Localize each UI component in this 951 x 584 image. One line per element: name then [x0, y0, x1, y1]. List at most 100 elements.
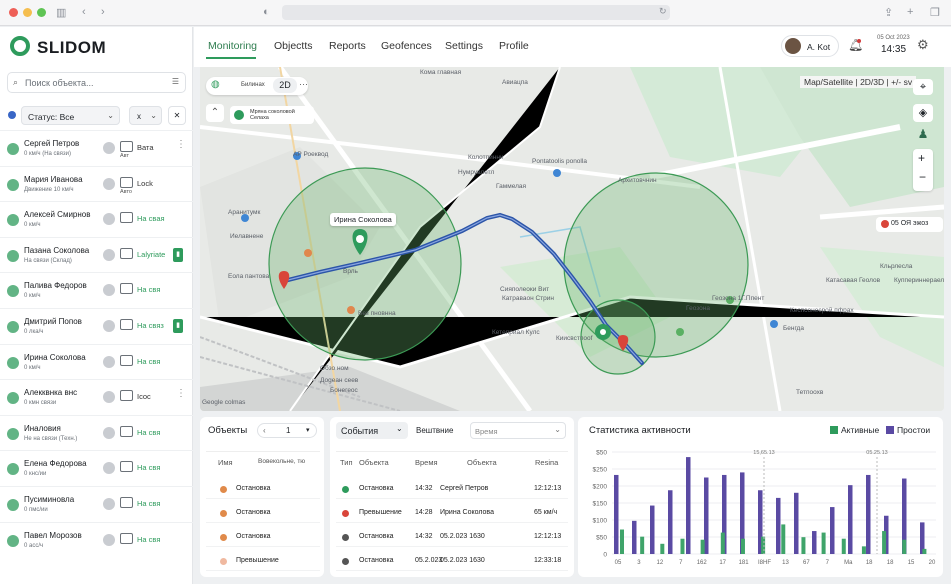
- list-item[interactable]: Алексей Смирнов 0 км/ч На свая: [0, 201, 193, 237]
- bar-active[interactable]: [882, 531, 887, 554]
- bar-idle[interactable]: [848, 485, 853, 554]
- list-item[interactable]: Дмитрий Попов 0 лка/ч На связ ▮: [0, 308, 193, 344]
- more-vertical-icon[interactable]: ⋮: [176, 139, 186, 150]
- list-item[interactable]: Пазана Соколова На связи (Склад) Lalyriate…: [0, 236, 193, 273]
- bar-active[interactable]: [902, 539, 907, 554]
- bar-active[interactable]: [740, 538, 745, 554]
- more-icon[interactable]: ⋯: [299, 79, 308, 90]
- page-stepper[interactable]: ‹ 1 ▾: [257, 423, 317, 438]
- bar-active[interactable]: [720, 532, 725, 554]
- sidebar-toggle-icon[interactable]: ▥: [56, 6, 66, 19]
- mode-2d-button[interactable]: 2D: [273, 78, 297, 93]
- bar-active[interactable]: [660, 543, 665, 554]
- nav-tab-settings[interactable]: Settings: [445, 40, 483, 52]
- geofence-circle[interactable]: [268, 167, 462, 361]
- list-item[interactable]: Ирина Соколова 0 км/ч На свя: [0, 343, 193, 380]
- bar-active[interactable]: [640, 536, 645, 554]
- globe-icon[interactable]: ◍: [211, 79, 220, 90]
- list-item[interactable]: Сергей Петров 0 км/ч (На связи) Авт Вата ⋮: [0, 130, 193, 166]
- type-select[interactable]: x ⌄: [129, 106, 162, 125]
- nav-tab-profile[interactable]: Profile: [499, 40, 529, 52]
- bar-idle[interactable]: [650, 505, 655, 554]
- bar-idle[interactable]: [686, 457, 691, 554]
- object-type-icon: [103, 284, 115, 297]
- nav-tab-reports[interactable]: Reports: [329, 40, 366, 52]
- events-tab-select[interactable]: События ⌄: [336, 422, 408, 439]
- bar-idle[interactable]: [794, 492, 799, 554]
- connection-status: На связ: [137, 321, 164, 330]
- bar-active[interactable]: [841, 538, 846, 554]
- locate-icon[interactable]: ⌖: [913, 79, 933, 95]
- bar-active[interactable]: [801, 537, 806, 554]
- prev-page-icon[interactable]: ‹: [263, 426, 266, 435]
- bar-idle[interactable]: [812, 531, 817, 554]
- bar-idle[interactable]: [830, 507, 835, 554]
- events-column-header[interactable]: Время: [415, 458, 438, 467]
- map-place-label: Кома главная: [420, 69, 462, 76]
- bar-idle[interactable]: [632, 520, 637, 554]
- gear-icon[interactable]: ⚙: [917, 37, 929, 53]
- events-column-header[interactable]: Объекта: [467, 458, 497, 467]
- bar-idle[interactable]: [614, 474, 619, 554]
- forward-icon[interactable]: ›: [101, 6, 105, 18]
- map-satellite-toggle[interactable]: Map/Satellite | 2D/3D | +/- sv: [800, 76, 917, 88]
- bar-idle[interactable]: [668, 490, 673, 554]
- bar-active[interactable]: [700, 539, 705, 554]
- nav-tab-objectts[interactable]: Objectts: [274, 40, 313, 52]
- bar-active[interactable]: [620, 529, 624, 554]
- bar-active[interactable]: [861, 546, 866, 554]
- more-vertical-icon[interactable]: ⋮: [176, 388, 186, 399]
- events-column-header[interactable]: Resіпа: [535, 458, 558, 467]
- events-column-header[interactable]: Тип: [340, 458, 353, 467]
- column-header-state[interactable]: Вовекольне, тю: [258, 458, 305, 465]
- bar-active[interactable]: [781, 524, 786, 554]
- bar-active[interactable]: [680, 538, 685, 554]
- list-item[interactable]: Пусиминовла 0 пмс/ии На свя: [0, 486, 193, 522]
- status-dot: [7, 392, 19, 405]
- object-type-icon: [103, 213, 115, 226]
- back-icon[interactable]: ‹: [82, 6, 86, 18]
- vehicle-marker-icon[interactable]: [595, 324, 611, 340]
- layers-icon[interactable]: ◈: [913, 104, 933, 122]
- status-select[interactable]: Статус: Все ⌄: [21, 106, 120, 125]
- column-header-name[interactable]: Имя: [218, 458, 233, 467]
- maximize-window-button[interactable]: [37, 8, 46, 17]
- list-item[interactable]: Алекквнка внс 0 кмн связи Icoc ⋮: [0, 379, 193, 415]
- tabs-overview-icon[interactable]: ❐: [930, 6, 940, 19]
- address-bar[interactable]: [282, 5, 670, 20]
- bar-idle[interactable]: [704, 477, 709, 555]
- share-icon[interactable]: ⇪: [884, 6, 893, 19]
- nav-tab-geofences[interactable]: Geofences: [381, 40, 432, 52]
- object-name: Палива Федоров: [24, 281, 87, 291]
- bar-active[interactable]: [761, 536, 766, 554]
- map-mode-control[interactable]: ◍ Билинах 2D ⋯: [206, 77, 308, 95]
- filter-icon[interactable]: ☰: [172, 77, 179, 86]
- bar-idle[interactable]: [776, 497, 781, 554]
- list-item[interactable]: Елена Федорова 0 кнс/ии На свя: [0, 450, 193, 486]
- event-value: 12:33:18: [534, 557, 562, 564]
- time-filter-select[interactable]: Время ⌄: [470, 422, 566, 439]
- zoom-out-button[interactable]: −: [919, 170, 926, 184]
- bar-active[interactable]: [821, 532, 826, 554]
- zoom-in-button[interactable]: +: [918, 151, 925, 165]
- object-type-icon: [103, 391, 115, 404]
- list-item[interactable]: Павел Морозов 0 асс/ч На свя: [0, 521, 193, 558]
- list-item[interactable]: Иналовия Не на связи (Техн.) На свя: [0, 414, 193, 451]
- next-page-icon[interactable]: ▾: [306, 426, 310, 434]
- user-menu[interactable]: A. Kot: [781, 35, 839, 57]
- layer-label[interactable]: Билинах: [241, 82, 265, 88]
- reload-icon[interactable]: ↻: [659, 6, 667, 17]
- minimize-window-button[interactable]: [23, 8, 32, 17]
- list-item[interactable]: Палива Федоров 0 км/ч На свя: [0, 272, 193, 308]
- street-view-icon[interactable]: ♟: [913, 127, 933, 141]
- events-column-header[interactable]: Объекта: [359, 458, 389, 467]
- nav-tab-monitoring[interactable]: Monitoring: [208, 40, 257, 52]
- bar-active[interactable]: [922, 548, 927, 554]
- clear-filter-button[interactable]: ✕: [168, 106, 186, 125]
- bar-idle[interactable]: [866, 474, 871, 554]
- close-window-button[interactable]: [9, 8, 18, 17]
- search-input[interactable]: ⌕ Поиск объекта... ☰: [7, 72, 186, 93]
- collapse-icon[interactable]: ⌃: [206, 104, 224, 122]
- new-tab-icon[interactable]: +: [907, 6, 913, 18]
- list-item[interactable]: Мария Иванова Движение 10 км/ч Авто Lock: [0, 165, 193, 202]
